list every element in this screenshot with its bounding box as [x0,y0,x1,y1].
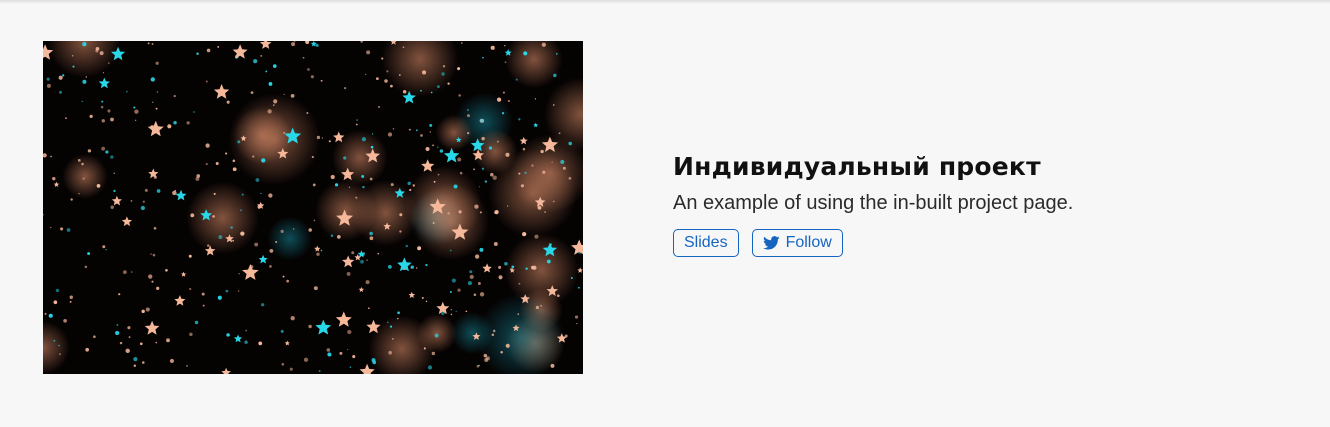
twitter-icon [762,236,780,250]
follow-button-label: Follow [785,234,832,251]
follow-button[interactable]: Follow [751,229,843,257]
project-title[interactable]: Индивидуальный проект [673,150,1293,184]
project-card: Индивидуальный проект An example of usin… [0,0,1330,427]
starfield-image [43,41,583,374]
project-info: Индивидуальный проект An example of usin… [673,150,1293,257]
project-links: Slides Follow [673,229,1293,257]
slides-button[interactable]: Slides [673,229,739,257]
slides-button-label: Slides [684,234,728,251]
project-featured-image[interactable] [43,41,583,374]
project-summary: An example of using the in-built project… [673,192,1074,214]
